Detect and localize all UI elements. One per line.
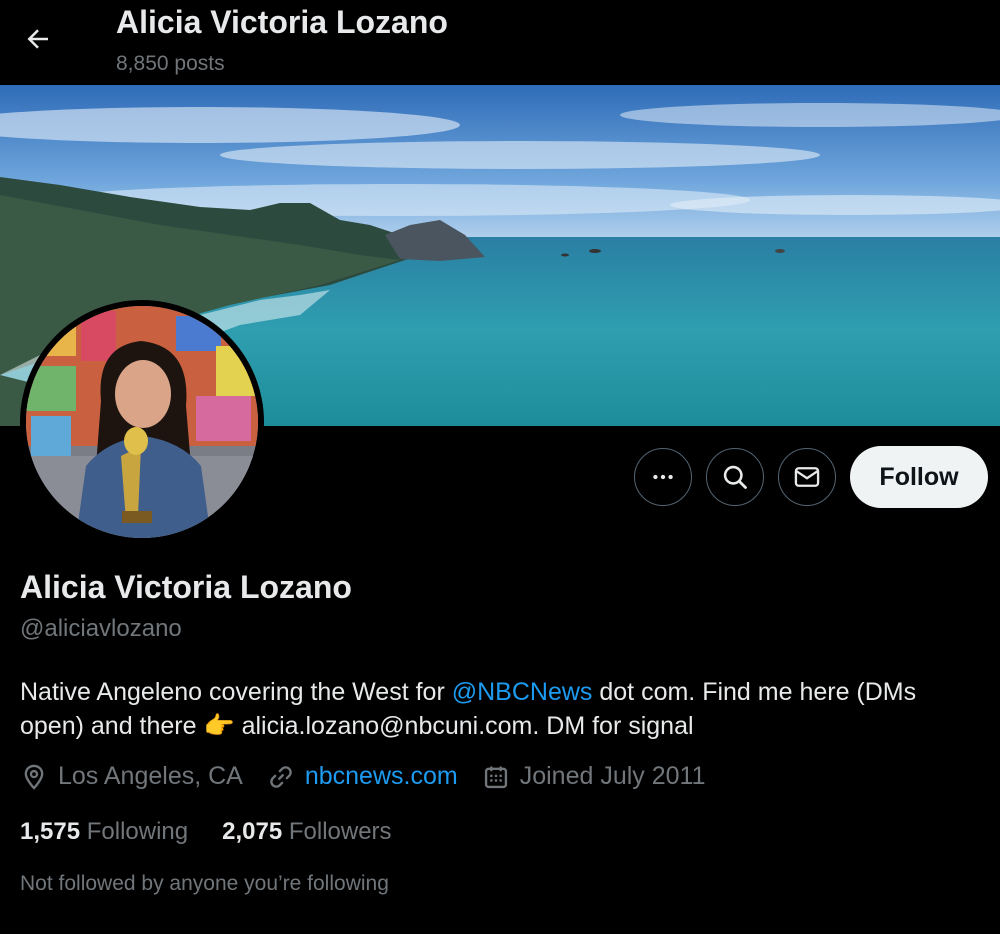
- profile-stats: 1,575 Following 2,075 Followers: [20, 818, 426, 846]
- following-count: 1,575: [20, 818, 81, 845]
- following-label: Following: [86, 818, 189, 845]
- pointing-hand-emoji: 👉: [203, 712, 235, 740]
- location-text: Los Angeles, CA: [58, 762, 243, 790]
- followers-count: 2,075: [222, 818, 283, 845]
- profile-meta: Los Angeles, CA nbcnews.com Joined July …: [20, 762, 729, 791]
- followed-by-note: Not followed by anyone you’re following: [20, 872, 389, 895]
- calendar-icon: [484, 766, 507, 788]
- followers-link[interactable]: 2,075 Followers: [222, 818, 391, 846]
- bio-mention-link[interactable]: @NBCNews: [452, 678, 593, 706]
- header-post-count: 8,850 posts: [116, 52, 225, 75]
- profile-website: nbcnews.com: [267, 762, 458, 791]
- website-link[interactable]: nbcnews.com: [305, 762, 458, 791]
- link-icon: [270, 765, 292, 788]
- search-button[interactable]: [706, 448, 764, 506]
- mail-icon: [794, 467, 820, 487]
- profile-header-bar: Alicia Victoria Lozano 8,850 posts: [0, 0, 1000, 85]
- avatar-photo: [26, 306, 258, 538]
- profile-actions: Follow: [634, 446, 988, 508]
- follow-button[interactable]: Follow: [850, 446, 988, 508]
- more-button[interactable]: [634, 448, 692, 506]
- header-title: Alicia Victoria Lozano: [116, 4, 448, 40]
- search-icon: [723, 465, 747, 489]
- followers-label: Followers: [288, 818, 392, 845]
- profile-name: Alicia Victoria Lozano: [20, 569, 352, 605]
- location-icon: [24, 764, 44, 790]
- profile-bio: Native Angeleno covering the West for @N…: [20, 675, 980, 743]
- joined-text: Joined July 2011: [519, 762, 706, 790]
- bio-text-3: alicia.lozano@nbcuni.com. DM for signal: [234, 712, 694, 740]
- bio-text-1: Native Angeleno covering the West for: [20, 678, 452, 706]
- profile-location: Los Angeles, CA: [20, 762, 243, 791]
- back-button[interactable]: [16, 20, 60, 58]
- message-button[interactable]: [778, 448, 836, 506]
- profile-handle: @aliciavlozano: [20, 615, 182, 642]
- following-link[interactable]: 1,575 Following: [20, 818, 188, 846]
- back-arrow-icon: [27, 29, 48, 49]
- profile-avatar[interactable]: [20, 300, 264, 544]
- more-icon: [653, 474, 673, 480]
- profile-joined: Joined July 2011: [482, 762, 706, 791]
